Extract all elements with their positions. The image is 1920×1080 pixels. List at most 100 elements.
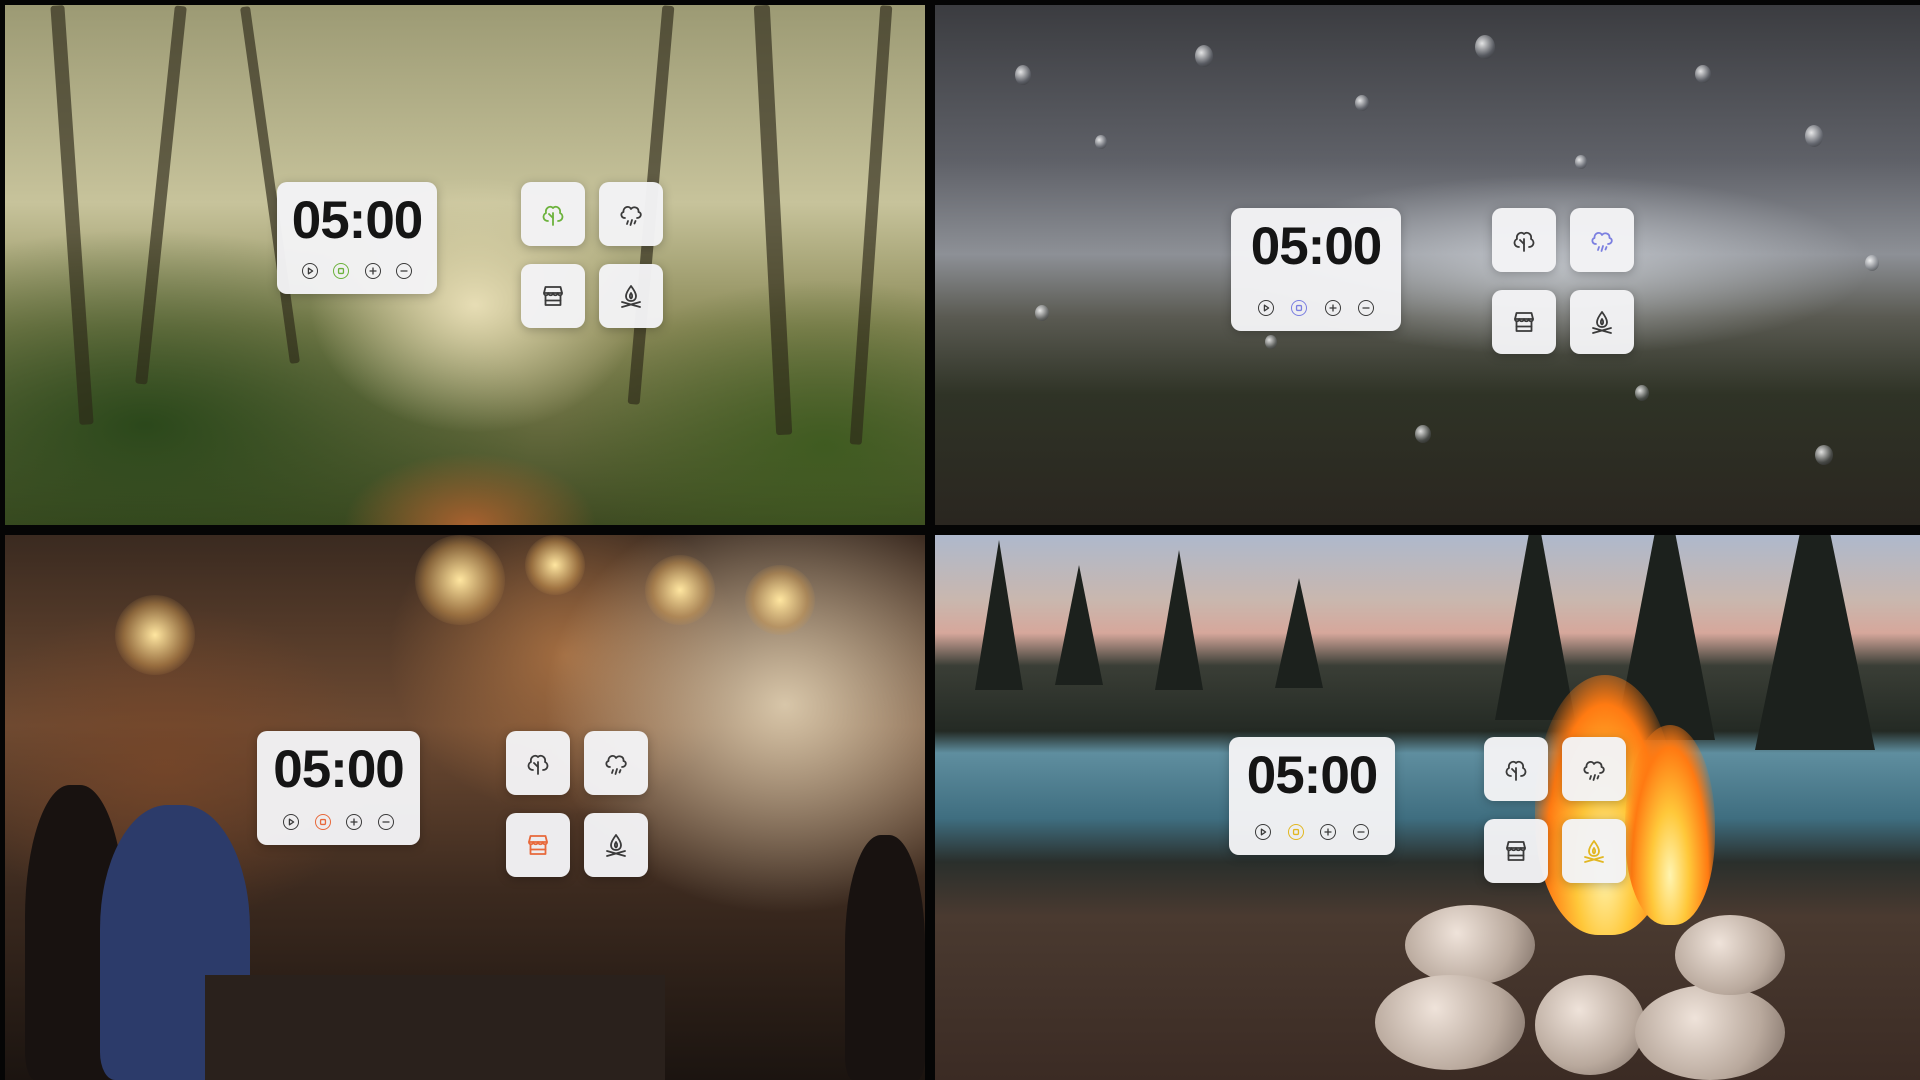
timer-controls xyxy=(1229,824,1395,840)
cafe-store-sound-button[interactable] xyxy=(1484,819,1548,883)
forest-icon xyxy=(539,200,567,228)
fire-stone xyxy=(1375,975,1525,1070)
counter xyxy=(205,975,665,1080)
timer-controls xyxy=(257,814,420,830)
cafe-panel xyxy=(5,535,925,1080)
forest-icon xyxy=(1510,226,1538,254)
campfire-sound-grid xyxy=(1484,737,1630,883)
pendant-lamp xyxy=(525,535,585,595)
raindrop xyxy=(1865,255,1879,271)
play-button[interactable] xyxy=(1258,300,1275,316)
raindrop xyxy=(1805,125,1823,147)
campfire-icon xyxy=(602,831,630,859)
campfire-sound-button[interactable] xyxy=(599,264,663,328)
raindrop xyxy=(1635,385,1649,401)
forest-sound-grid xyxy=(521,182,667,328)
forest-sound-button[interactable] xyxy=(521,182,585,246)
plus-button[interactable] xyxy=(1320,824,1337,840)
campfire-icon xyxy=(1588,308,1616,336)
raindrop xyxy=(1575,155,1587,169)
rain-cloud-icon xyxy=(1580,755,1608,783)
play-button[interactable] xyxy=(282,814,299,830)
minus-button[interactable] xyxy=(378,814,395,830)
minus-button[interactable] xyxy=(1352,824,1369,840)
campfire-sound-button[interactable] xyxy=(584,813,648,877)
rain-cloud-icon xyxy=(602,749,630,777)
pine-tree xyxy=(1155,550,1203,690)
rain-cloud-sound-button[interactable] xyxy=(1570,208,1634,272)
pine-tree xyxy=(1495,535,1575,720)
cafe-store-sound-button[interactable] xyxy=(1492,290,1556,354)
cafe-store-icon xyxy=(1502,837,1530,865)
timer-display: 05:00 xyxy=(273,740,405,799)
fire-stone xyxy=(1675,915,1785,995)
stop-button[interactable] xyxy=(314,814,331,830)
fire-stone xyxy=(1405,905,1535,985)
plus-button[interactable] xyxy=(364,263,381,279)
stop-button[interactable] xyxy=(333,263,350,279)
rain-cloud-icon xyxy=(617,200,645,228)
forest-icon xyxy=(524,749,552,777)
pendant-lamp xyxy=(115,595,195,675)
raindrop xyxy=(1015,65,1031,85)
pine-tree xyxy=(1755,535,1875,750)
rain-timer-card: 05:00 xyxy=(1231,208,1401,331)
pendant-lamp xyxy=(415,535,505,625)
timer-display: 05:00 xyxy=(291,191,424,250)
cafe-store-sound-button[interactable] xyxy=(506,813,570,877)
minus-button[interactable] xyxy=(1357,300,1374,316)
cafe-timer-card: 05:00 xyxy=(257,731,420,845)
pendant-lamp xyxy=(645,555,715,625)
fire-stone xyxy=(1635,985,1785,1080)
cafe-sound-grid xyxy=(506,731,652,877)
barista-silhouette xyxy=(845,835,925,1080)
cafe-store-icon xyxy=(539,282,567,310)
campfire-icon xyxy=(617,282,645,310)
campfire-sound-button[interactable] xyxy=(1562,819,1626,883)
fire-stone xyxy=(1535,975,1645,1075)
stop-button[interactable] xyxy=(1287,824,1304,840)
forest-panel xyxy=(5,5,925,525)
campfire-sound-button[interactable] xyxy=(1570,290,1634,354)
timer-controls xyxy=(1231,300,1401,316)
plus-button[interactable] xyxy=(1324,300,1341,316)
minus-button[interactable] xyxy=(395,263,412,279)
pendant-lamp xyxy=(745,565,815,635)
play-button[interactable] xyxy=(302,263,319,279)
campfire-flame xyxy=(1625,725,1715,925)
forest-timer-card: 05:00 xyxy=(277,182,437,294)
forest-sound-button[interactable] xyxy=(1484,737,1548,801)
cafe-store-icon xyxy=(524,831,552,859)
play-button[interactable] xyxy=(1255,824,1272,840)
rain-sound-grid xyxy=(1492,208,1638,354)
rain-cloud-sound-button[interactable] xyxy=(584,731,648,795)
campfire-icon xyxy=(1580,837,1608,865)
plus-button[interactable] xyxy=(346,814,363,830)
timer-display: 05:00 xyxy=(1250,217,1383,276)
raindrop xyxy=(1695,65,1711,83)
raindrop xyxy=(1355,95,1369,111)
pine-tree xyxy=(1275,578,1323,688)
rain-cloud-sound-button[interactable] xyxy=(599,182,663,246)
rain-background xyxy=(935,5,1920,525)
rain-panel xyxy=(935,5,1920,525)
pine-tree xyxy=(1055,565,1103,685)
raindrop xyxy=(1475,35,1495,59)
cafe-store-icon xyxy=(1510,308,1538,336)
campfire-timer-card: 05:00 xyxy=(1229,737,1395,855)
forest-sound-button[interactable] xyxy=(506,731,570,795)
rain-cloud-sound-button[interactable] xyxy=(1562,737,1626,801)
stop-button[interactable] xyxy=(1291,300,1308,316)
timer-display: 05:00 xyxy=(1246,746,1379,805)
campfire-panel xyxy=(935,535,1920,1080)
pine-tree xyxy=(975,540,1023,690)
forest-icon xyxy=(1502,755,1530,783)
forest-sound-button[interactable] xyxy=(1492,208,1556,272)
raindrop xyxy=(1095,135,1107,149)
raindrop xyxy=(1815,445,1833,465)
raindrop xyxy=(1195,45,1213,67)
raindrop xyxy=(1265,335,1277,349)
rain-cloud-icon xyxy=(1588,226,1616,254)
leaf-path xyxy=(335,425,605,525)
cafe-store-sound-button[interactable] xyxy=(521,264,585,328)
